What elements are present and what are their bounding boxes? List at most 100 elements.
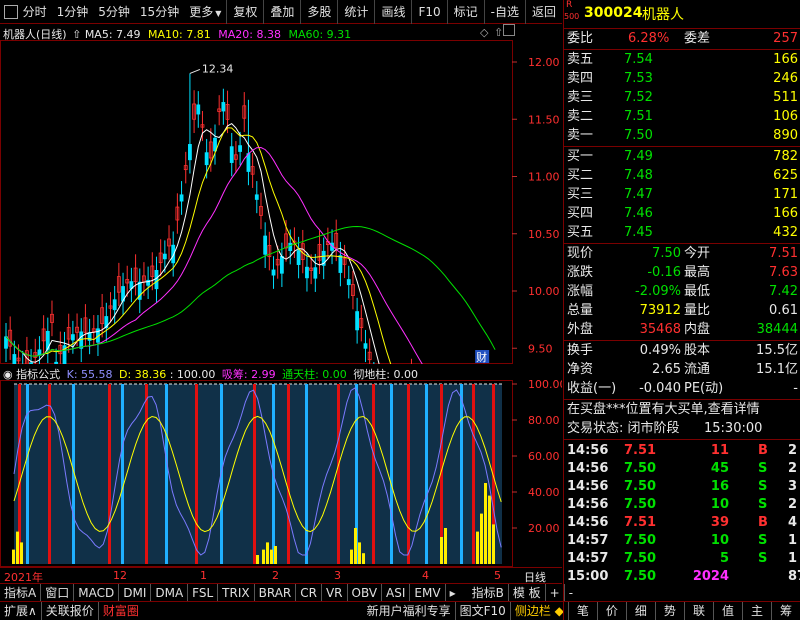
wealth-circle-button[interactable]: 财富圈 — [99, 602, 143, 620]
chart-f10-button[interactable]: 图文F10 — [454, 601, 510, 620]
tab-dmi[interactable]: DMI — [119, 583, 152, 602]
xichou-bar — [488, 495, 491, 564]
tab-macd[interactable]: MACD — [74, 583, 120, 602]
zoom-in-button[interactable]: + — [546, 583, 565, 602]
trade-state-label: 交易状态: 闭市阶段 — [567, 421, 680, 436]
buy-row-label: 买一 — [567, 149, 594, 164]
stats-button[interactable]: 统计 — [337, 0, 374, 24]
checkbox-icon[interactable] — [4, 4, 18, 19]
tick-row: 14:56 7.51 39 B 4 — [564, 514, 800, 532]
tick-time: 14:56 — [567, 461, 609, 476]
template-button[interactable]: 模 板 — [509, 583, 546, 602]
tab-dma[interactable]: DMA — [151, 583, 189, 602]
stat-value: 35468 — [639, 322, 681, 337]
fuquan-button[interactable]: 复权 — [226, 0, 263, 24]
candle-body — [112, 299, 117, 311]
stat-label: 外盘 — [567, 322, 594, 337]
up-arrow-icon[interactable]: ⇧ — [494, 26, 503, 39]
stat-label: 总量 — [567, 303, 594, 318]
stock-code[interactable]: 300024 — [584, 5, 642, 21]
multi-stock-button[interactable]: 多股 — [300, 0, 337, 24]
self-select-button[interactable]: -自选 — [483, 0, 525, 24]
back-button[interactable]: 返回 — [524, 0, 562, 24]
diamond-icon[interactable]: ◇ — [480, 26, 488, 39]
tab-more-icon[interactable]: ▸ — [446, 584, 460, 602]
sell-row[interactable]: 卖一 7.50 890 — [564, 127, 800, 145]
chedi-bar — [390, 384, 393, 564]
tab-indicator-b[interactable]: 指标B — [468, 583, 509, 602]
xichou-bar — [16, 531, 19, 564]
high-label: 12.34 — [202, 62, 234, 75]
overlay-button[interactable]: 叠加 — [263, 0, 300, 24]
buy-row[interactable]: 买二 7.48 625 — [564, 167, 800, 185]
chedi-bar — [26, 384, 29, 564]
tab-brar[interactable]: BRAR — [255, 583, 297, 602]
tab-5min[interactable]: 5分钟 — [93, 0, 135, 24]
kline-chart[interactable]: 12.0011.5011.0010.5010.009.509.008.508.0… — [0, 40, 562, 364]
sell-row-label: 卖一 — [567, 128, 594, 143]
tab-window[interactable]: 窗口 — [41, 583, 75, 602]
indicator-tick-label: 80.00 — [528, 414, 560, 427]
related-quote-button[interactable]: 关联报价 — [42, 601, 99, 620]
candle-body — [305, 266, 309, 279]
tick-time: 14:56 — [567, 479, 609, 494]
tab-1min[interactable]: 1分钟 — [52, 0, 94, 24]
date-axis: 2021年 12 1 2 3 4 5 日线 — [0, 567, 562, 584]
chedi-bar — [460, 384, 463, 564]
price-tick-label: 10.50 — [528, 228, 560, 241]
stat-value: 7.63 — [769, 265, 798, 280]
sell-row[interactable]: 卖三 7.52 511 — [564, 89, 800, 107]
sell-row-price: 7.52 — [624, 90, 653, 105]
tick-volume: 16 — [710, 479, 729, 494]
sell-row-volume: 890 — [773, 128, 798, 143]
tab-trix[interactable]: TRIX — [218, 583, 255, 602]
close-chart-icon[interactable] — [503, 24, 515, 36]
tab-cr[interactable]: CR — [296, 583, 322, 602]
f10-button[interactable]: F10 — [411, 0, 446, 24]
indicator-band — [14, 384, 502, 564]
buy-row-price: 7.46 — [624, 206, 653, 221]
sell-row[interactable]: 卖五 7.54 166 — [564, 51, 800, 69]
tab-obv[interactable]: OBV — [348, 583, 383, 602]
buy-row-volume: 166 — [773, 206, 798, 221]
buy-row[interactable]: 买一 7.49 782 — [564, 148, 800, 166]
expand-button[interactable]: 扩展∧ — [0, 601, 42, 620]
big-order-notice[interactable]: 在买盘***位置有大买单,查看详情 — [564, 401, 800, 419]
new-user-ad[interactable]: 新用户福利专享 — [363, 602, 455, 620]
buy-row[interactable]: 买五 7.45 432 — [564, 224, 800, 242]
tab-more[interactable]: 更多 ▼ — [184, 0, 226, 24]
tab-fsl[interactable]: FSL — [188, 583, 219, 602]
candle-body — [188, 144, 192, 161]
tick-row: 15:00 7.50 2024 87 — [564, 568, 800, 586]
tick-price: 7.50 — [624, 461, 657, 476]
stock-name[interactable]: 机器人 — [642, 4, 684, 24]
buy-row-label: 买三 — [567, 187, 594, 202]
buy-row[interactable]: 买四 7.46 166 — [564, 205, 800, 223]
buy-row[interactable]: 买三 7.47 171 — [564, 186, 800, 204]
tick-time: 14:56 — [567, 515, 609, 530]
tab-vr[interactable]: VR — [322, 583, 348, 602]
tab-fenshi[interactable]: 分时 — [18, 0, 52, 24]
sell-row[interactable]: 卖四 7.53 246 — [564, 70, 800, 88]
mark-button[interactable]: 标记 — [446, 0, 484, 24]
xichou-bar — [262, 549, 265, 564]
weibi-row: 委比 6.28% 委差 257 — [564, 30, 800, 48]
sell-row-volume: 246 — [773, 71, 798, 86]
tick-time: 14:56 — [567, 443, 609, 458]
sidebar-button[interactable]: 侧边栏 ◆ — [509, 601, 568, 620]
stat-label: PE(动) — [684, 381, 724, 396]
buy-row-label: 买四 — [567, 206, 594, 221]
sell-row-price: 7.51 — [624, 109, 653, 124]
tab-15min[interactable]: 15分钟 — [135, 0, 184, 24]
tab-indicator-a[interactable]: 指标A — [0, 583, 42, 602]
tab-asi[interactable]: ASI — [382, 583, 411, 602]
divider — [564, 243, 800, 244]
tick-volume: 45 — [710, 461, 729, 476]
xichou-bar — [362, 553, 365, 564]
indicator-chart[interactable]: 100.00 80.00 60.00 40.00 20.00 — [0, 380, 562, 567]
sell-row[interactable]: 卖二 7.51 106 — [564, 108, 800, 126]
tick-time: 15:00 — [567, 569, 609, 584]
draw-line-button[interactable]: 画线 — [374, 0, 411, 24]
tab-emv[interactable]: EMV — [410, 583, 446, 602]
candle-body — [229, 146, 234, 163]
